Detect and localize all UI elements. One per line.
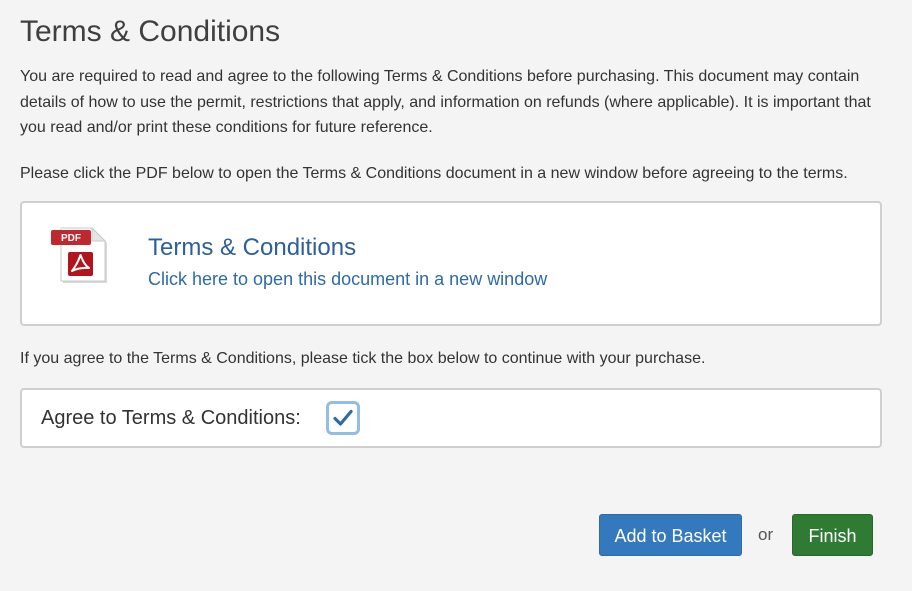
page-title: Terms & Conditions xyxy=(20,15,281,48)
intro-text: You are required to read and agree to th… xyxy=(20,68,871,136)
terms-document-link[interactable]: PDF Terms & Conditions Click here to ope… xyxy=(20,201,882,326)
terms-page: Terms & Conditions You are required to r… xyxy=(20,0,882,448)
agree-panel: Agree to Terms & Conditions: xyxy=(20,388,882,448)
instruction-text: Please click the PDF below to open the T… xyxy=(20,164,848,182)
pdf-badge-label: PDF xyxy=(61,233,81,244)
or-separator: or xyxy=(758,525,774,544)
pdf-icon: PDF xyxy=(50,224,110,284)
open-document-link[interactable]: Click here to open this document in a ne… xyxy=(148,267,547,291)
agree-label: Agree to Terms & Conditions: xyxy=(41,407,301,429)
add-to-basket-button[interactable]: Add to Basket xyxy=(599,514,742,556)
checkmark-icon xyxy=(333,409,353,426)
agree-checkbox[interactable] xyxy=(326,401,360,435)
document-title: Terms & Conditions xyxy=(148,234,357,261)
agree-instruction: If you agree to the Terms & Conditions, … xyxy=(20,350,706,367)
finish-button[interactable]: Finish xyxy=(792,514,873,556)
